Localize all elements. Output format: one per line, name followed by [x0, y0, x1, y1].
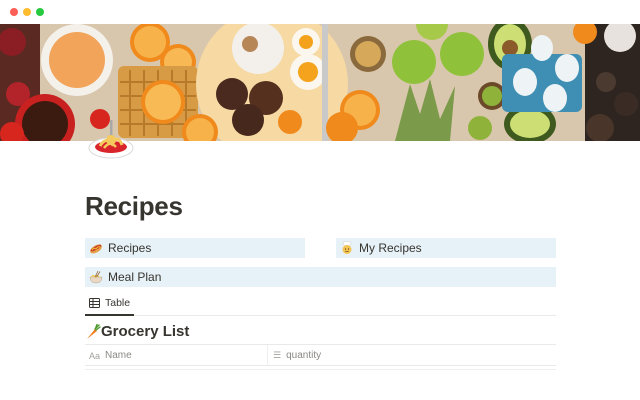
column-header-name[interactable]: Aa Name — [89, 345, 132, 366]
table-bottom-border — [85, 369, 556, 370]
page-title: Recipes — [85, 191, 183, 221]
link-meal-plan[interactable]: Meal Plan — [85, 267, 556, 287]
table-header-row: Aa Name ☰ quantity — [85, 344, 556, 366]
link-label: Meal Plan — [108, 270, 162, 284]
carrot-icon — [87, 323, 101, 339]
minimize-window-button[interactable] — [23, 8, 31, 16]
column-header-quantity[interactable]: ☰ quantity — [273, 345, 321, 366]
link-label: Recipes — [108, 241, 152, 255]
spaghetti-icon — [88, 120, 134, 159]
column-label: quantity — [286, 350, 322, 361]
database-title[interactable]: Grocery List — [85, 323, 189, 340]
database-name: Grocery List — [101, 323, 190, 340]
cook-icon — [342, 241, 352, 254]
zoom-window-button[interactable] — [36, 8, 44, 16]
column-divider — [267, 345, 268, 366]
hotdog-icon — [90, 244, 102, 254]
link-my-recipes[interactable]: My Recipes — [336, 238, 556, 258]
tab-table-view[interactable]: Table — [85, 292, 135, 316]
text-type-icon: Aa — [89, 350, 101, 361]
table-icon — [89, 298, 100, 308]
database-view-tabs: Table — [85, 292, 556, 316]
window-titlebar — [0, 0, 640, 24]
list-icon: ☰ — [273, 350, 282, 360]
link-label: My Recipes — [359, 241, 422, 255]
link-recipes[interactable]: Recipes — [85, 238, 305, 258]
tab-label: Table — [105, 297, 131, 309]
column-label: Name — [105, 350, 132, 361]
close-window-button[interactable] — [10, 8, 18, 16]
page-emoji-icon[interactable] — [86, 118, 136, 162]
ramen-bowl-icon — [89, 270, 103, 284]
